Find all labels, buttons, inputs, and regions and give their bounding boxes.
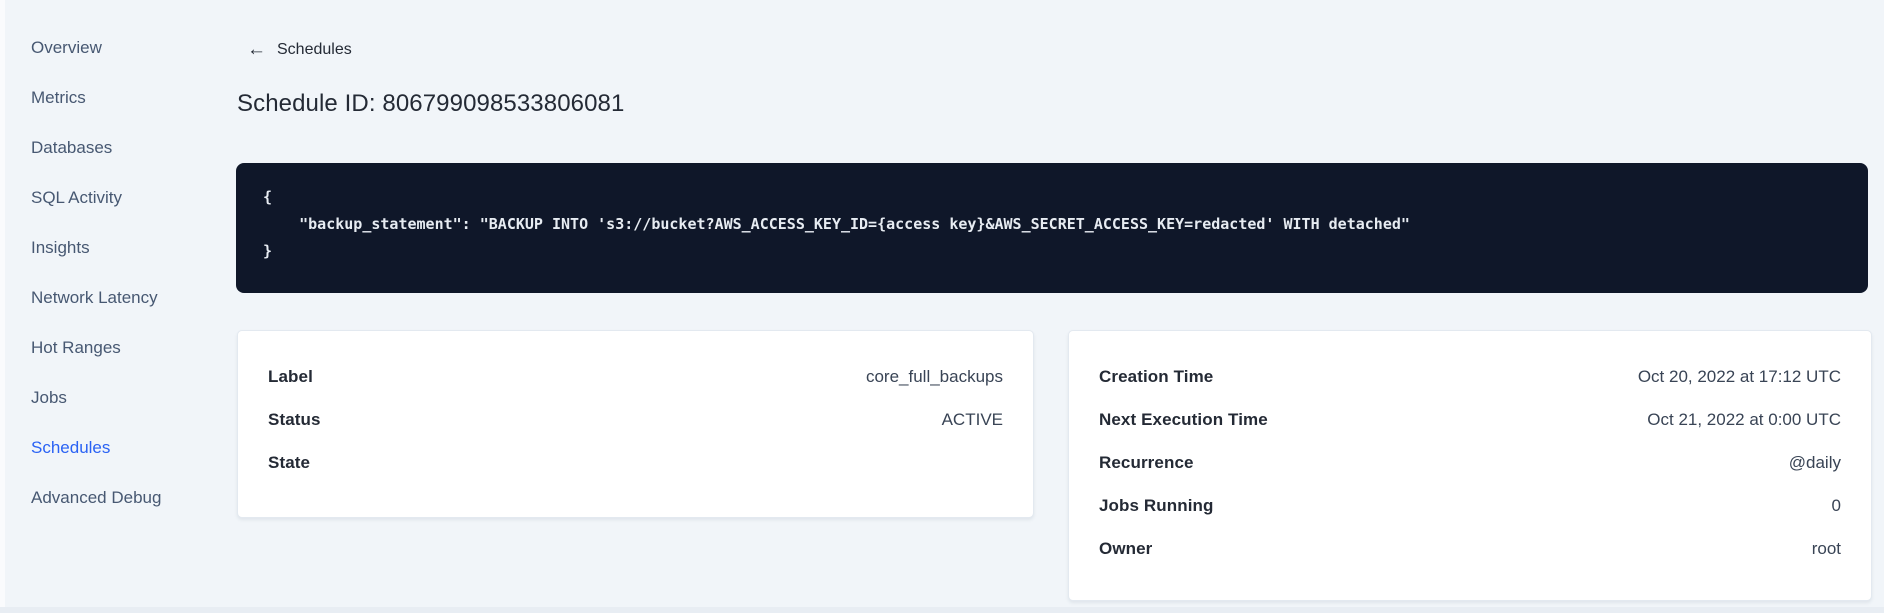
table-row: State: [268, 441, 1003, 484]
table-row: Label core_full_backups: [268, 355, 1003, 398]
sidebar-item-hot-ranges[interactable]: Hot Ranges: [0, 323, 237, 373]
sidebar-item-schedules[interactable]: Schedules: [0, 423, 237, 473]
row-label: Creation Time: [1099, 366, 1214, 386]
code-line: {: [263, 188, 273, 206]
row-label: Status: [268, 409, 321, 429]
sidebar-item-advanced-debug[interactable]: Advanced Debug: [0, 473, 237, 523]
back-link-label: Schedules: [277, 40, 352, 58]
code-line: }: [263, 242, 273, 260]
row-label: State: [268, 452, 311, 472]
sidebar-item-insights[interactable]: Insights: [0, 223, 237, 273]
main-content: ← Schedules Schedule ID: 806799098533806…: [236, 0, 1872, 613]
table-row: Status ACTIVE: [268, 398, 1003, 441]
row-value: core_full_backups: [865, 366, 1003, 386]
back-to-schedules-link[interactable]: ← Schedules: [247, 40, 352, 59]
row-label: Label: [268, 366, 313, 386]
backup-statement-code-block: { "backup_statement": "BACKUP INTO 's3:/…: [236, 163, 1868, 293]
schedule-timing-card: Creation Time Oct 20, 2022 at 17:12 UTC …: [1068, 330, 1872, 601]
table-row: Jobs Running 0: [1099, 484, 1841, 527]
row-value: Oct 21, 2022 at 0:00 UTC: [1647, 409, 1841, 429]
row-value: @daily: [1788, 452, 1841, 472]
sidebar-item-jobs[interactable]: Jobs: [0, 373, 237, 423]
row-label: Recurrence: [1099, 452, 1194, 472]
sidebar-item-overview[interactable]: Overview: [0, 23, 237, 73]
table-row: Recurrence @daily: [1099, 441, 1841, 484]
page-title: Schedule ID: 806799098533806081: [237, 90, 625, 117]
row-value: root: [1811, 538, 1841, 558]
schedule-details-card: Label core_full_backups Status ACTIVE St…: [237, 330, 1034, 518]
sidebar-nav: Overview Metrics Databases SQL Activity …: [0, 0, 237, 613]
detail-cards-row: Label core_full_backups Status ACTIVE St…: [237, 330, 1872, 601]
back-arrow-icon: ←: [247, 39, 266, 60]
sidebar-item-databases[interactable]: Databases: [0, 123, 237, 173]
row-value: ACTIVE: [941, 409, 1003, 429]
page-bottom-edge: [0, 607, 1884, 613]
row-value: Oct 20, 2022 at 17:12 UTC: [1637, 366, 1841, 386]
row-label: Owner: [1099, 538, 1153, 558]
table-row: Next Execution Time Oct 21, 2022 at 0:00…: [1099, 398, 1841, 441]
row-label: Jobs Running: [1099, 495, 1214, 515]
sidebar-item-network-latency[interactable]: Network Latency: [0, 273, 237, 323]
sidebar-item-metrics[interactable]: Metrics: [0, 73, 237, 123]
table-row: Owner root: [1099, 527, 1841, 570]
sidebar-item-sql-activity[interactable]: SQL Activity: [0, 173, 237, 223]
row-value: 0: [1831, 495, 1841, 515]
row-label: Next Execution Time: [1099, 409, 1268, 429]
code-line: "backup_statement": "BACKUP INTO 's3://b…: [263, 215, 1410, 233]
table-row: Creation Time Oct 20, 2022 at 17:12 UTC: [1099, 355, 1841, 398]
